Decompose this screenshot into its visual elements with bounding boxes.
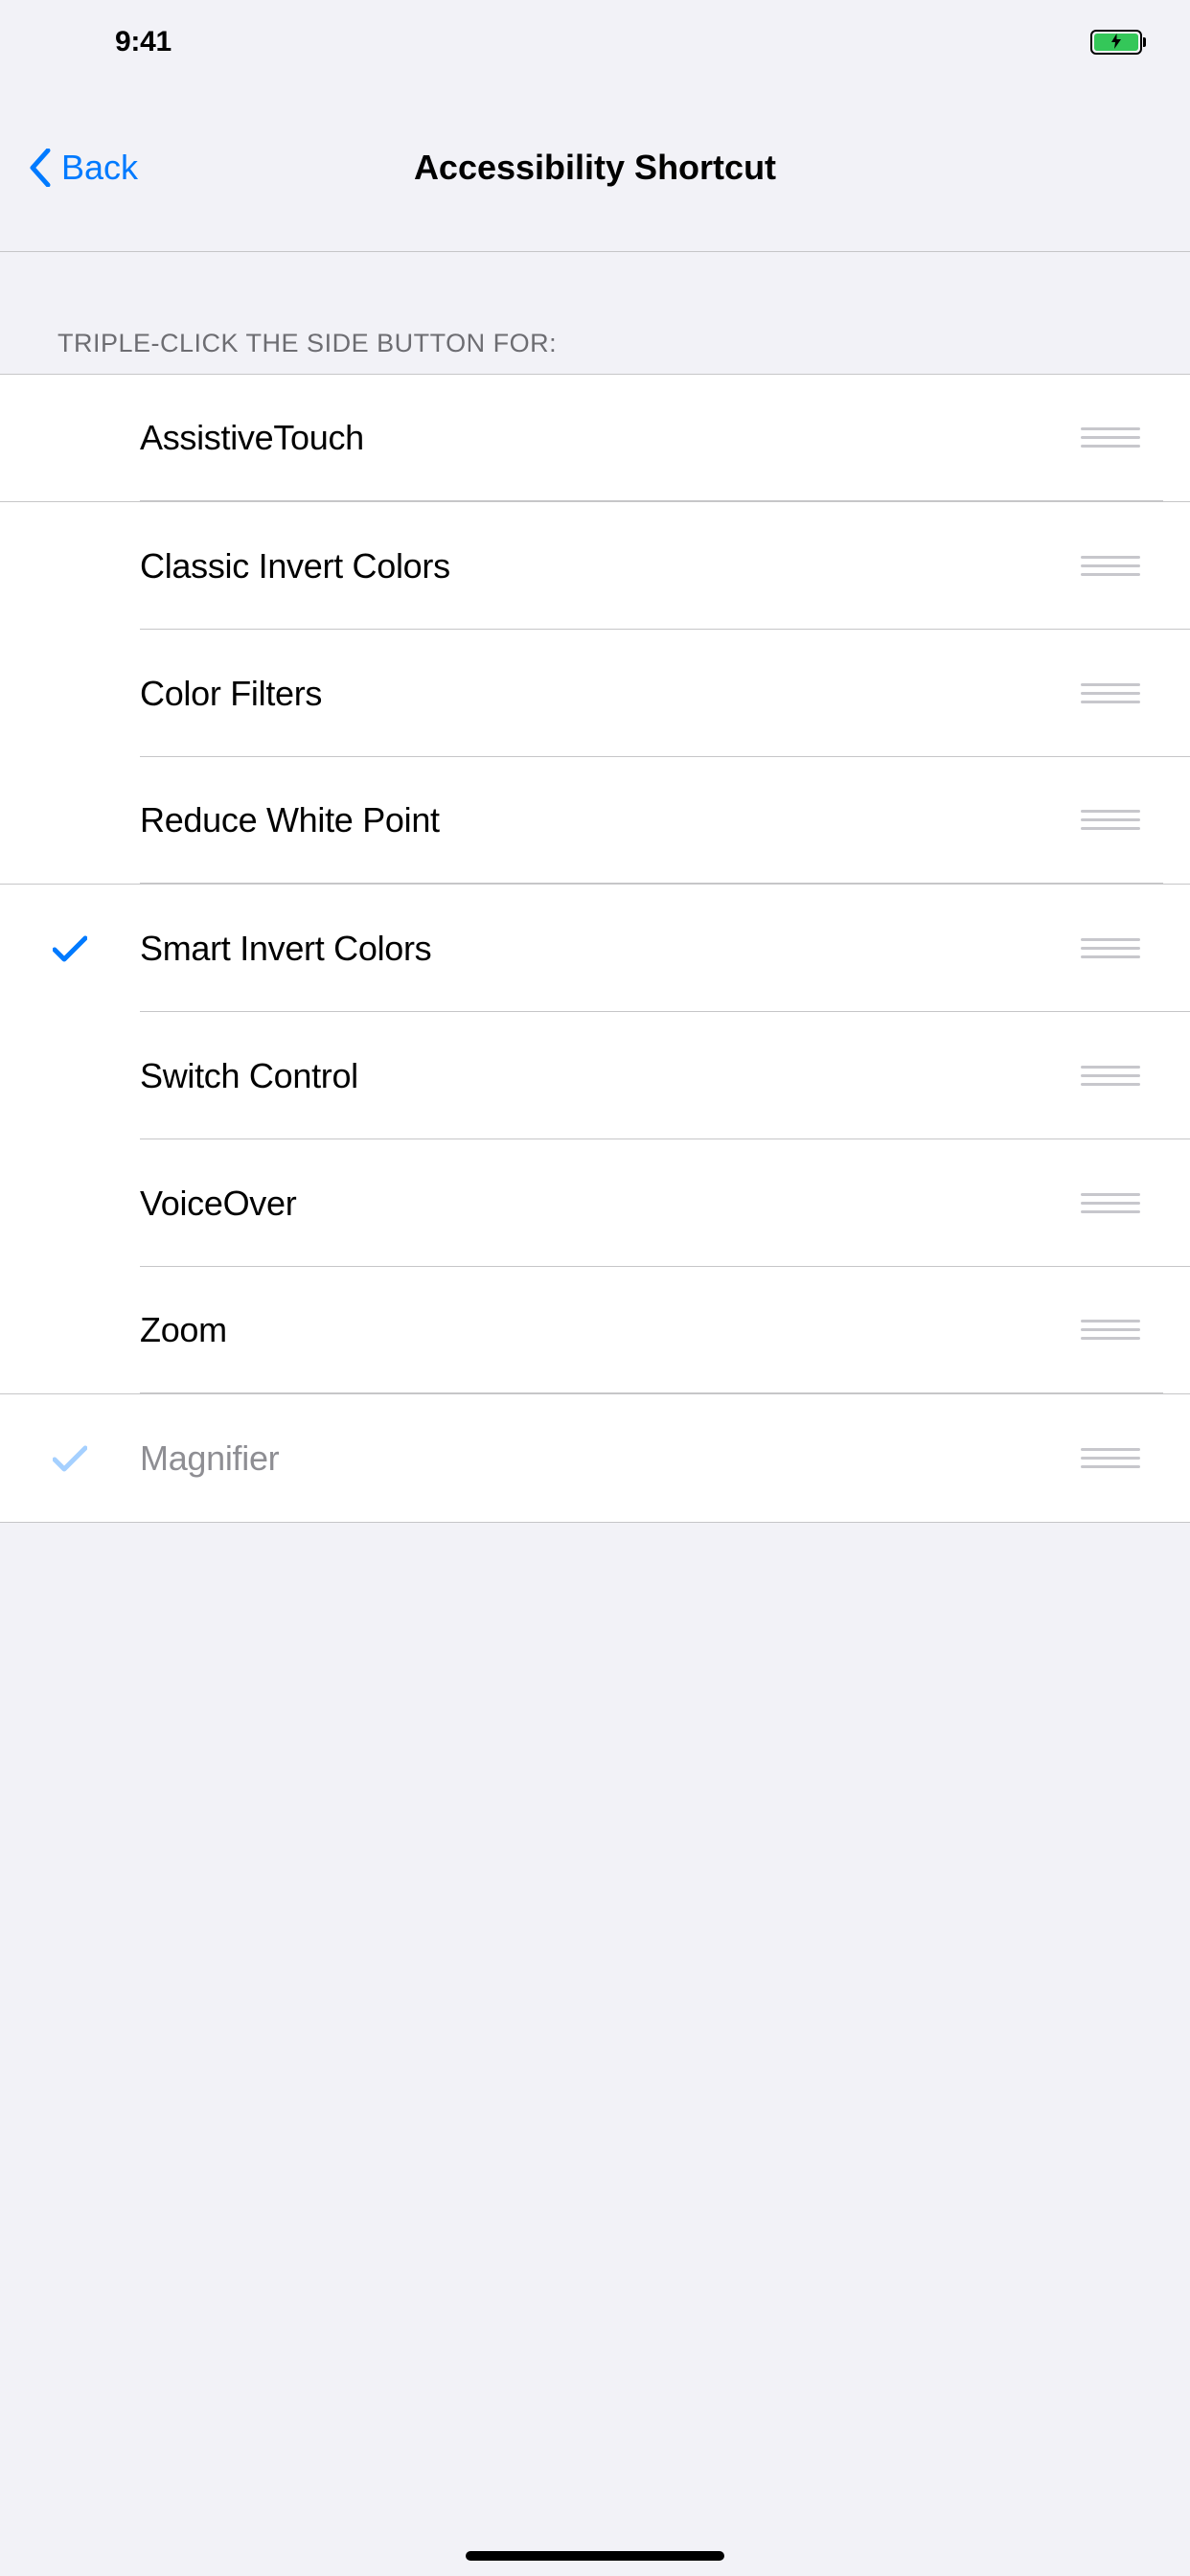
check-column <box>0 502 140 630</box>
checkmark-icon <box>53 934 87 963</box>
drag-handle-icon[interactable] <box>1081 674 1140 713</box>
row-label: VoiceOver <box>140 1184 296 1224</box>
list-item[interactable]: VoiceOver <box>0 1139 1190 1267</box>
list-item[interactable]: Color Filters <box>0 630 1190 757</box>
drag-handle-icon[interactable] <box>1081 1184 1140 1223</box>
row-label: Magnifier <box>140 1438 279 1479</box>
list-item[interactable]: Magnifier <box>0 1394 1190 1522</box>
row-label: Zoom <box>140 1310 227 1350</box>
status-right <box>1090 30 1142 55</box>
row-content: AssistiveTouch <box>140 375 1163 501</box>
drag-handle-icon[interactable] <box>1081 418 1140 457</box>
back-label: Back <box>61 148 138 188</box>
row-label: AssistiveTouch <box>140 418 364 458</box>
row-label: Classic Invert Colors <box>140 546 450 586</box>
row-content: Zoom <box>140 1267 1163 1393</box>
drag-handle-icon[interactable] <box>1081 1438 1140 1478</box>
row-label: Switch Control <box>140 1056 358 1096</box>
drag-handle-icon[interactable] <box>1081 800 1140 840</box>
drag-handle-icon[interactable] <box>1081 546 1140 586</box>
home-indicator[interactable] <box>466 2551 724 2561</box>
list-item[interactable]: Zoom <box>0 1267 1190 1394</box>
nav-title: Accessibility Shortcut <box>29 148 1161 188</box>
row-content: Magnifier <box>140 1394 1163 1522</box>
check-column <box>0 885 140 1012</box>
check-column <box>0 1012 140 1139</box>
row-content: Classic Invert Colors <box>140 502 1163 630</box>
section-header: TRIPLE-CLICK THE SIDE BUTTON FOR: <box>0 252 1190 374</box>
nav-bar: Back Accessibility Shortcut <box>0 84 1190 252</box>
row-content: Reduce White Point <box>140 757 1163 884</box>
shortcut-list: AssistiveTouch Classic Invert Colors Col… <box>0 374 1190 1523</box>
check-column <box>0 1267 140 1393</box>
drag-handle-icon[interactable] <box>1081 1056 1140 1095</box>
list-item[interactable]: Classic Invert Colors <box>0 502 1190 630</box>
row-content: Smart Invert Colors <box>140 885 1163 1012</box>
check-column <box>0 757 140 884</box>
battery-icon <box>1090 30 1142 55</box>
row-content: VoiceOver <box>140 1139 1163 1267</box>
check-column <box>0 375 140 501</box>
row-label: Reduce White Point <box>140 800 440 840</box>
check-column <box>0 630 140 757</box>
status-time: 9:41 <box>115 26 172 58</box>
check-column <box>0 1394 140 1522</box>
list-item[interactable]: Reduce White Point <box>0 757 1190 885</box>
chevron-left-icon <box>29 149 52 187</box>
row-content: Switch Control <box>140 1012 1163 1139</box>
list-item[interactable]: Switch Control <box>0 1012 1190 1139</box>
row-content: Color Filters <box>140 630 1163 757</box>
list-item[interactable]: Smart Invert Colors <box>0 885 1190 1012</box>
row-label: Smart Invert Colors <box>140 929 431 969</box>
checkmark-icon <box>53 1444 87 1473</box>
check-column <box>0 1139 140 1267</box>
list-item[interactable]: AssistiveTouch <box>0 375 1190 502</box>
row-label: Color Filters <box>140 674 322 714</box>
back-button[interactable]: Back <box>29 148 138 188</box>
status-bar: 9:41 <box>0 0 1190 84</box>
battery-fill <box>1094 34 1138 51</box>
charging-bolt-icon <box>1111 34 1121 52</box>
drag-handle-icon[interactable] <box>1081 1310 1140 1349</box>
drag-handle-icon[interactable] <box>1081 929 1140 968</box>
